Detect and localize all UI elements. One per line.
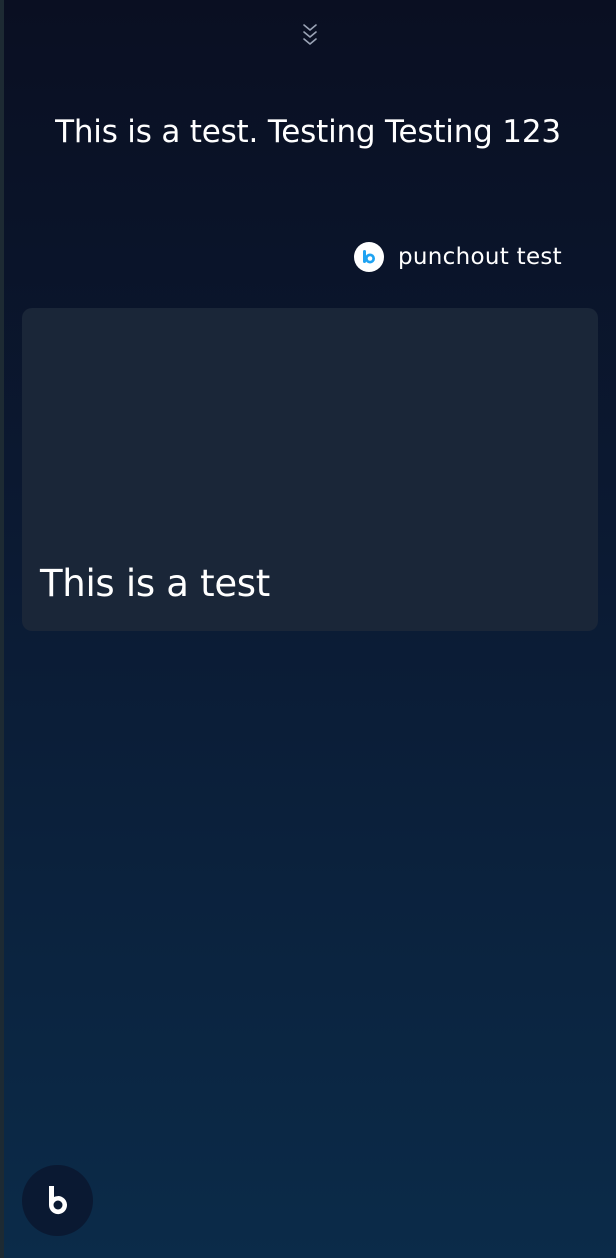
result-card[interactable]: This is a test xyxy=(22,308,598,631)
chevron-double-down-icon xyxy=(301,22,319,52)
bixby-logo-icon xyxy=(41,1182,75,1220)
user-utterance: This is a test. Testing Testing 123 xyxy=(55,114,561,150)
collapse-button[interactable] xyxy=(298,22,322,52)
window-edge xyxy=(0,0,4,1258)
bixby-logo-icon xyxy=(353,242,384,272)
capsule-name: punchout test xyxy=(397,244,562,270)
result-card-text: This is a test xyxy=(40,562,270,605)
capsule-header[interactable]: punchout test xyxy=(353,240,562,274)
assistant-button[interactable] xyxy=(22,1165,93,1236)
